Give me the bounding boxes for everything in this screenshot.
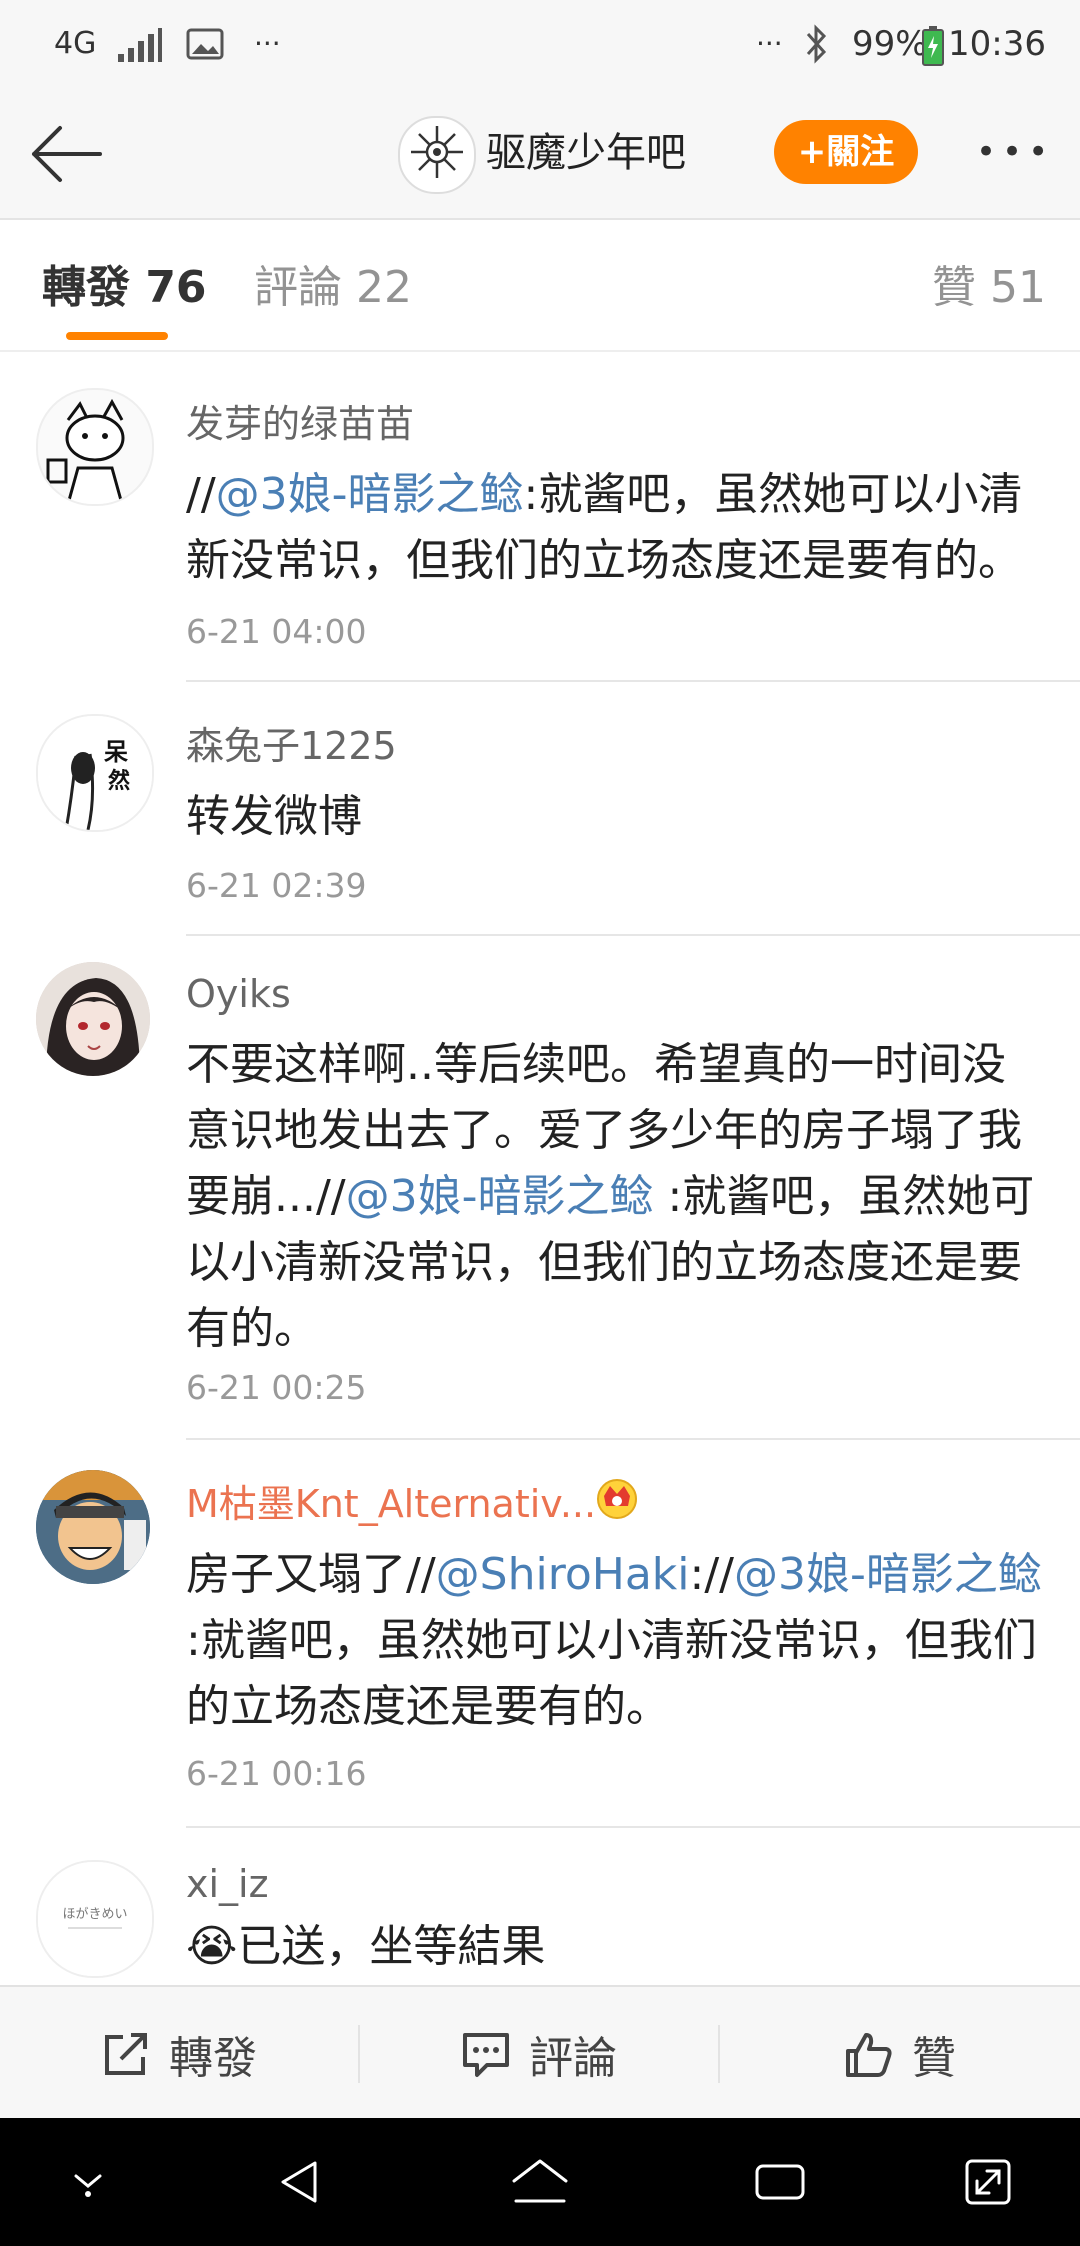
triangle-back-icon xyxy=(281,2161,317,2203)
tab-forward[interactable]: 轉發 76 xyxy=(42,260,207,316)
svg-text:呆: 呆 xyxy=(104,738,128,766)
repost-text: 房子又塌了//@ShiroHaki://@3娘-暗影之鲶 :就酱吧，虽然她可以小… xyxy=(186,1542,1046,1740)
comment-label: 評論 xyxy=(529,2032,617,2084)
bluetooth-icon xyxy=(804,24,830,68)
mention-link[interactable]: @3娘-暗影之鲶 xyxy=(346,1171,654,1222)
home-icon xyxy=(512,2159,568,2203)
repost-text: //@3娘-暗影之鲶:就酱吧，虽然她可以小清新没常识，但我们的立场态度还是要有的… xyxy=(186,462,1046,594)
list-item[interactable]: 发芽的绿苗苗 //@3娘-暗影之鲶:就酱吧，虽然她可以小清新没常识，但我们的立场… xyxy=(0,352,1080,684)
follow-button[interactable]: +關注 xyxy=(774,120,918,184)
status-bar: 4G ··· ··· 99% 10:36 xyxy=(0,0,1080,90)
avatar[interactable]: 呆 然 xyxy=(36,714,154,832)
user-avatar-icon xyxy=(36,1470,150,1584)
timestamp: 6-21 04:00 xyxy=(186,612,367,651)
status-more-right: ··· xyxy=(756,27,783,60)
more-options-button[interactable]: ••• xyxy=(976,124,1054,180)
chevron-down-icon xyxy=(74,2174,102,2197)
user-avatar-icon: 呆 然 xyxy=(38,716,152,830)
nav-expand-button[interactable] xyxy=(940,2118,1036,2246)
avatar[interactable] xyxy=(36,1470,150,1584)
mention-link[interactable]: @ShiroHaki xyxy=(436,1549,690,1600)
repost-text: 转发微博 xyxy=(186,784,1046,850)
like-button[interactable]: 贊 xyxy=(720,1987,1080,2120)
text-segment: 房子又塌了// xyxy=(186,1549,436,1600)
svg-text:ほがきめい: ほがきめい xyxy=(62,1907,127,1922)
list-item[interactable]: M枯墨Knt_Alternativ... 房子又塌了//@ShiroHaki:/… xyxy=(0,1442,1080,1830)
repost-list[interactable]: 发芽的绿苗苗 //@3娘-暗影之鲶:就酱吧，虽然她可以小清新没常识，但我们的立场… xyxy=(0,352,1080,1985)
tab-comment[interactable]: 評論 22 xyxy=(254,260,412,316)
user-avatar-icon xyxy=(38,390,152,504)
avatar[interactable] xyxy=(36,962,150,1076)
battery-percent: 99% xyxy=(852,24,928,64)
gray-man-logo-icon xyxy=(411,126,463,178)
battery-icon xyxy=(922,26,944,70)
divider xyxy=(186,680,1080,682)
status-more: ··· xyxy=(254,27,281,60)
like-label: 贊 xyxy=(912,2032,956,2084)
list-item[interactable]: ほがきめい xi_iz 😭已送，坐等結果 xyxy=(0,1830,1080,1985)
system-navigation-bar xyxy=(0,2118,1080,2246)
text-segment: 😭已送，坐等結果 xyxy=(186,1921,546,1972)
user-name[interactable]: xi_iz xyxy=(186,1860,269,1908)
user-name[interactable]: Oyiks xyxy=(186,970,291,1018)
comment-button[interactable]: 評論 xyxy=(360,1987,718,2120)
network-indicator: 4G xyxy=(54,26,97,61)
divider xyxy=(186,1438,1080,1440)
text-segment: 转发微博 xyxy=(186,791,362,842)
back-arrow-icon xyxy=(32,126,102,182)
user-avatar-icon xyxy=(36,962,150,1076)
tab-like[interactable]: 贊 51 xyxy=(932,260,1046,316)
list-item[interactable]: Oyiks 不要这样啊..等后续吧。希望真的一时间没意识地发出去了。爱了多少年的… xyxy=(0,938,1080,1442)
nav-recents-button[interactable] xyxy=(732,2118,828,2246)
timestamp: 6-21 00:16 xyxy=(186,1754,367,1793)
nav-back-button[interactable] xyxy=(252,2118,348,2246)
group-title: 驱魔少年吧 xyxy=(486,130,686,176)
signal-icon xyxy=(118,28,162,66)
recents-icon xyxy=(755,2164,805,2200)
avatar[interactable]: ほがきめい xyxy=(36,1860,154,1978)
mention-link[interactable]: @3娘-暗影之鲶 xyxy=(216,469,524,520)
divider xyxy=(186,934,1080,936)
vip-crown-icon xyxy=(594,1474,640,1524)
repost-text: 😭已送，坐等結果 xyxy=(186,1914,1046,1980)
top-app-bar: 驱魔少年吧 +關注 ••• xyxy=(0,90,1080,220)
avatar[interactable] xyxy=(36,388,154,506)
clock: 10:36 xyxy=(948,24,1046,64)
bottom-action-bar: 轉發 評論 贊 xyxy=(0,1985,1080,2120)
text-segment: :就酱吧，虽然她可以小清新没常识，但我们的立场态度还是要有的。 xyxy=(186,1615,1037,1732)
expand-icon xyxy=(965,2159,1011,2205)
svg-text:然: 然 xyxy=(108,768,130,794)
text-segment: :// xyxy=(689,1549,734,1600)
active-tab-indicator xyxy=(66,332,168,340)
thumbs-up-icon xyxy=(846,2032,892,2077)
user-name[interactable]: 发芽的绿苗苗 xyxy=(186,400,414,448)
list-item[interactable]: 呆 然 森兔子1225 转发微博 6-21 02:39 xyxy=(0,684,1080,938)
mention-link[interactable]: @3娘-暗影之鲶 xyxy=(734,1549,1042,1600)
text-segment: // xyxy=(186,469,216,520)
user-avatar-icon: ほがきめい xyxy=(38,1862,152,1976)
user-name[interactable]: M枯墨Knt_Alternativ... xyxy=(186,1480,596,1528)
hide-nav-button[interactable] xyxy=(40,2118,136,2246)
forward-button[interactable]: 轉發 xyxy=(0,1987,358,2120)
back-button[interactable] xyxy=(24,118,108,190)
timestamp: 6-21 02:39 xyxy=(186,866,367,905)
image-notification-icon xyxy=(186,28,224,64)
repost-text: 不要这样啊..等后续吧。希望真的一时间没意识地发出去了。爱了多少年的房子塌了我要… xyxy=(186,1032,1046,1362)
nav-home-button[interactable] xyxy=(492,2118,588,2246)
comment-icon xyxy=(463,2032,509,2077)
divider xyxy=(186,1826,1080,1828)
share-icon xyxy=(105,2032,147,2075)
user-name[interactable]: 森兔子1225 xyxy=(186,722,397,770)
forward-label: 轉發 xyxy=(169,2032,257,2084)
timestamp: 6-21 00:25 xyxy=(186,1368,367,1407)
group-avatar[interactable] xyxy=(398,116,476,194)
